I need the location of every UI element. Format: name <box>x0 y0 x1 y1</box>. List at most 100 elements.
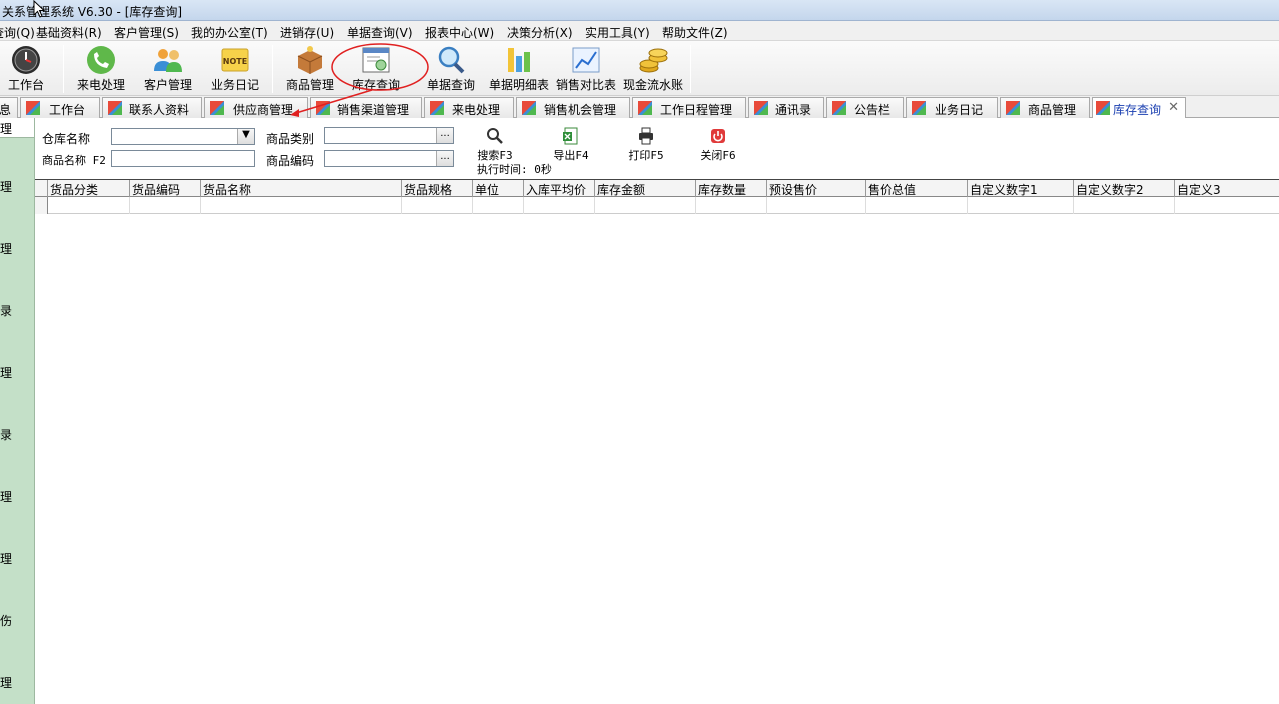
column-header[interactable]: 库存金额 <box>595 180 696 197</box>
column-header[interactable]: 自定义3 <box>1175 180 1279 197</box>
tab-call-handling[interactable]: 来电处理 <box>424 97 514 118</box>
code-browse-button[interactable]: ... <box>436 151 453 166</box>
close-icon[interactable]: ✕ <box>1168 100 1179 115</box>
search-button[interactable]: 搜索F3 <box>473 127 517 162</box>
users-icon <box>154 49 182 72</box>
column-header[interactable]: 预设售价 <box>767 180 866 197</box>
toolbar-customer-button[interactable]: 客户管理 <box>137 41 199 96</box>
magnifier-icon <box>438 46 465 74</box>
column-header[interactable]: 库存数量 <box>696 180 767 197</box>
category-browse-button[interactable]: ... <box>436 128 453 143</box>
sidebar-item-label[interactable]: 理 <box>0 364 12 381</box>
table-cell[interactable] <box>595 197 696 214</box>
sidebar-item-label[interactable]: 理 <box>0 674 12 691</box>
table-cell[interactable] <box>696 197 767 214</box>
sidebar-item-label[interactable]: 录 <box>0 302 12 319</box>
table-cell[interactable] <box>1175 197 1279 214</box>
toolbar-label: 单据明细表 <box>488 78 549 92</box>
table-cell[interactable] <box>524 197 595 214</box>
toolbar-product-button[interactable]: 商品管理 <box>279 41 341 96</box>
toolbar-label: 现金流水账 <box>622 78 683 92</box>
tab-workbench[interactable]: 工作台 <box>20 97 100 118</box>
close-button[interactable]: 关闭F6 <box>695 127 741 162</box>
table-cell[interactable] <box>767 197 866 214</box>
tab-bulletin[interactable]: 公告栏 <box>826 97 904 118</box>
tab-info[interactable]: 息 <box>0 97 18 118</box>
tab-business-diary[interactable]: 业务日记 <box>906 97 998 118</box>
toolbar-document-query-button[interactable]: 单据查询 <box>420 41 482 96</box>
sidebar-item-label[interactable]: 理 <box>0 240 12 257</box>
toolbar-sales-compare-button[interactable]: 销售对比表 <box>553 41 619 96</box>
toolbar-label: 业务日记 <box>210 78 259 92</box>
window-search-icon <box>362 47 390 73</box>
column-header[interactable]: 货品规格 <box>402 180 473 197</box>
tab-work-schedule[interactable]: 工作日程管理 <box>632 97 746 118</box>
table-cell[interactable] <box>473 197 524 214</box>
warehouse-select[interactable]: ▼ <box>111 128 255 145</box>
toolbar-workbench-button[interactable]: 工作台 <box>0 41 52 96</box>
tab-inventory-query[interactable]: 库存查询 ✕ <box>1092 97 1186 119</box>
sidebar-item-label[interactable]: 理 <box>0 550 12 567</box>
toolbar-cash-journal-button[interactable]: 现金流水账 <box>620 41 686 96</box>
toolbar-label: 单据查询 <box>426 78 475 92</box>
execution-time: 执行时间: 0秒 <box>477 163 552 176</box>
tab-label: 联系人资料 <box>128 103 189 117</box>
toolbar-inventory-query-button[interactable]: 库存查询 <box>345 41 407 96</box>
menu-decision[interactable]: 决策分析(X) <box>507 24 573 41</box>
sidebar-item-label[interactable]: 理 <box>0 488 12 505</box>
toolbar-business-diary-button[interactable]: NOTE 业务日记 <box>204 41 266 96</box>
column-header[interactable]: 入库平均价 <box>524 180 595 197</box>
table-cell[interactable] <box>1074 197 1175 214</box>
sidebar-item-label[interactable]: 录 <box>0 426 12 443</box>
menu-customer[interactable]: 客户管理(S) <box>114 24 179 41</box>
menu-reports[interactable]: 报表中心(W) <box>425 24 494 41</box>
toolbar-call-handling-button[interactable]: 来电处理 <box>70 41 132 96</box>
coins-icon <box>639 48 668 73</box>
column-header[interactable]: 售价总值 <box>866 180 968 197</box>
sidebar-item-label[interactable]: 理 <box>0 120 12 137</box>
tab-label: 工作日程管理 <box>659 103 732 117</box>
tab-sales-opportunities[interactable]: 销售机会管理 <box>516 97 630 118</box>
column-header[interactable]: 货品编码 <box>130 180 201 197</box>
tab-suppliers[interactable]: 供应商管理 <box>204 97 308 118</box>
export-button[interactable]: 导出F4 <box>548 127 594 162</box>
column-header[interactable]: 自定义数字1 <box>968 180 1074 197</box>
sidebar-item-label[interactable]: 理 <box>0 178 12 195</box>
tab-label: 商品管理 <box>1027 103 1076 117</box>
menu-help[interactable]: 帮助文件(Z) <box>662 24 728 41</box>
menu-query[interactable]: 查询(Q) <box>0 24 35 41</box>
menu-basic-data[interactable]: 基础资料(R) <box>36 24 102 41</box>
menu-inventory[interactable]: 进销存(U) <box>280 24 334 41</box>
column-header[interactable]: 单位 <box>473 180 524 197</box>
row-indicator[interactable] <box>35 197 48 214</box>
table-cell[interactable] <box>402 197 473 214</box>
tab-product-management[interactable]: 商品管理 <box>1000 97 1090 118</box>
tab-label: 销售机会管理 <box>543 103 616 117</box>
menu-tools[interactable]: 实用工具(Y) <box>585 24 650 41</box>
toolbar-document-detail-button[interactable]: 单据明细表 <box>486 41 552 96</box>
product-name-input[interactable] <box>111 150 255 167</box>
sidebar-item-label[interactable]: 伤 <box>0 612 12 629</box>
column-header[interactable]: 货品分类 <box>48 180 130 197</box>
table-cell[interactable] <box>968 197 1074 214</box>
table-cell[interactable] <box>130 197 201 214</box>
column-header[interactable]: 自定义数字2 <box>1074 180 1175 197</box>
column-header[interactable]: 货品名称 <box>201 180 402 197</box>
export-button-label: 导出F4 <box>553 149 589 162</box>
chevron-down-icon[interactable]: ▼ <box>237 129 254 144</box>
category-input[interactable]: ... <box>324 127 454 144</box>
tab-address-book[interactable]: 通讯录 <box>748 97 824 118</box>
menu-document-query[interactable]: 单据查询(V) <box>347 24 413 41</box>
bar-chart-icon <box>508 48 530 72</box>
tab-contacts[interactable]: 联系人资料 <box>102 97 202 118</box>
tab-sales-channels[interactable]: 销售渠道管理 <box>310 97 422 118</box>
code-input[interactable]: ... <box>324 150 454 167</box>
menu-office[interactable]: 我的办公室(T) <box>191 24 268 41</box>
table-cell[interactable] <box>201 197 402 214</box>
table-row[interactable] <box>35 197 1279 214</box>
table-cell[interactable] <box>48 197 130 214</box>
excel-export-icon <box>563 127 578 145</box>
print-button[interactable]: 打印F5 <box>623 127 669 162</box>
table-cell[interactable] <box>866 197 968 214</box>
tab-label: 通讯录 <box>774 103 811 117</box>
